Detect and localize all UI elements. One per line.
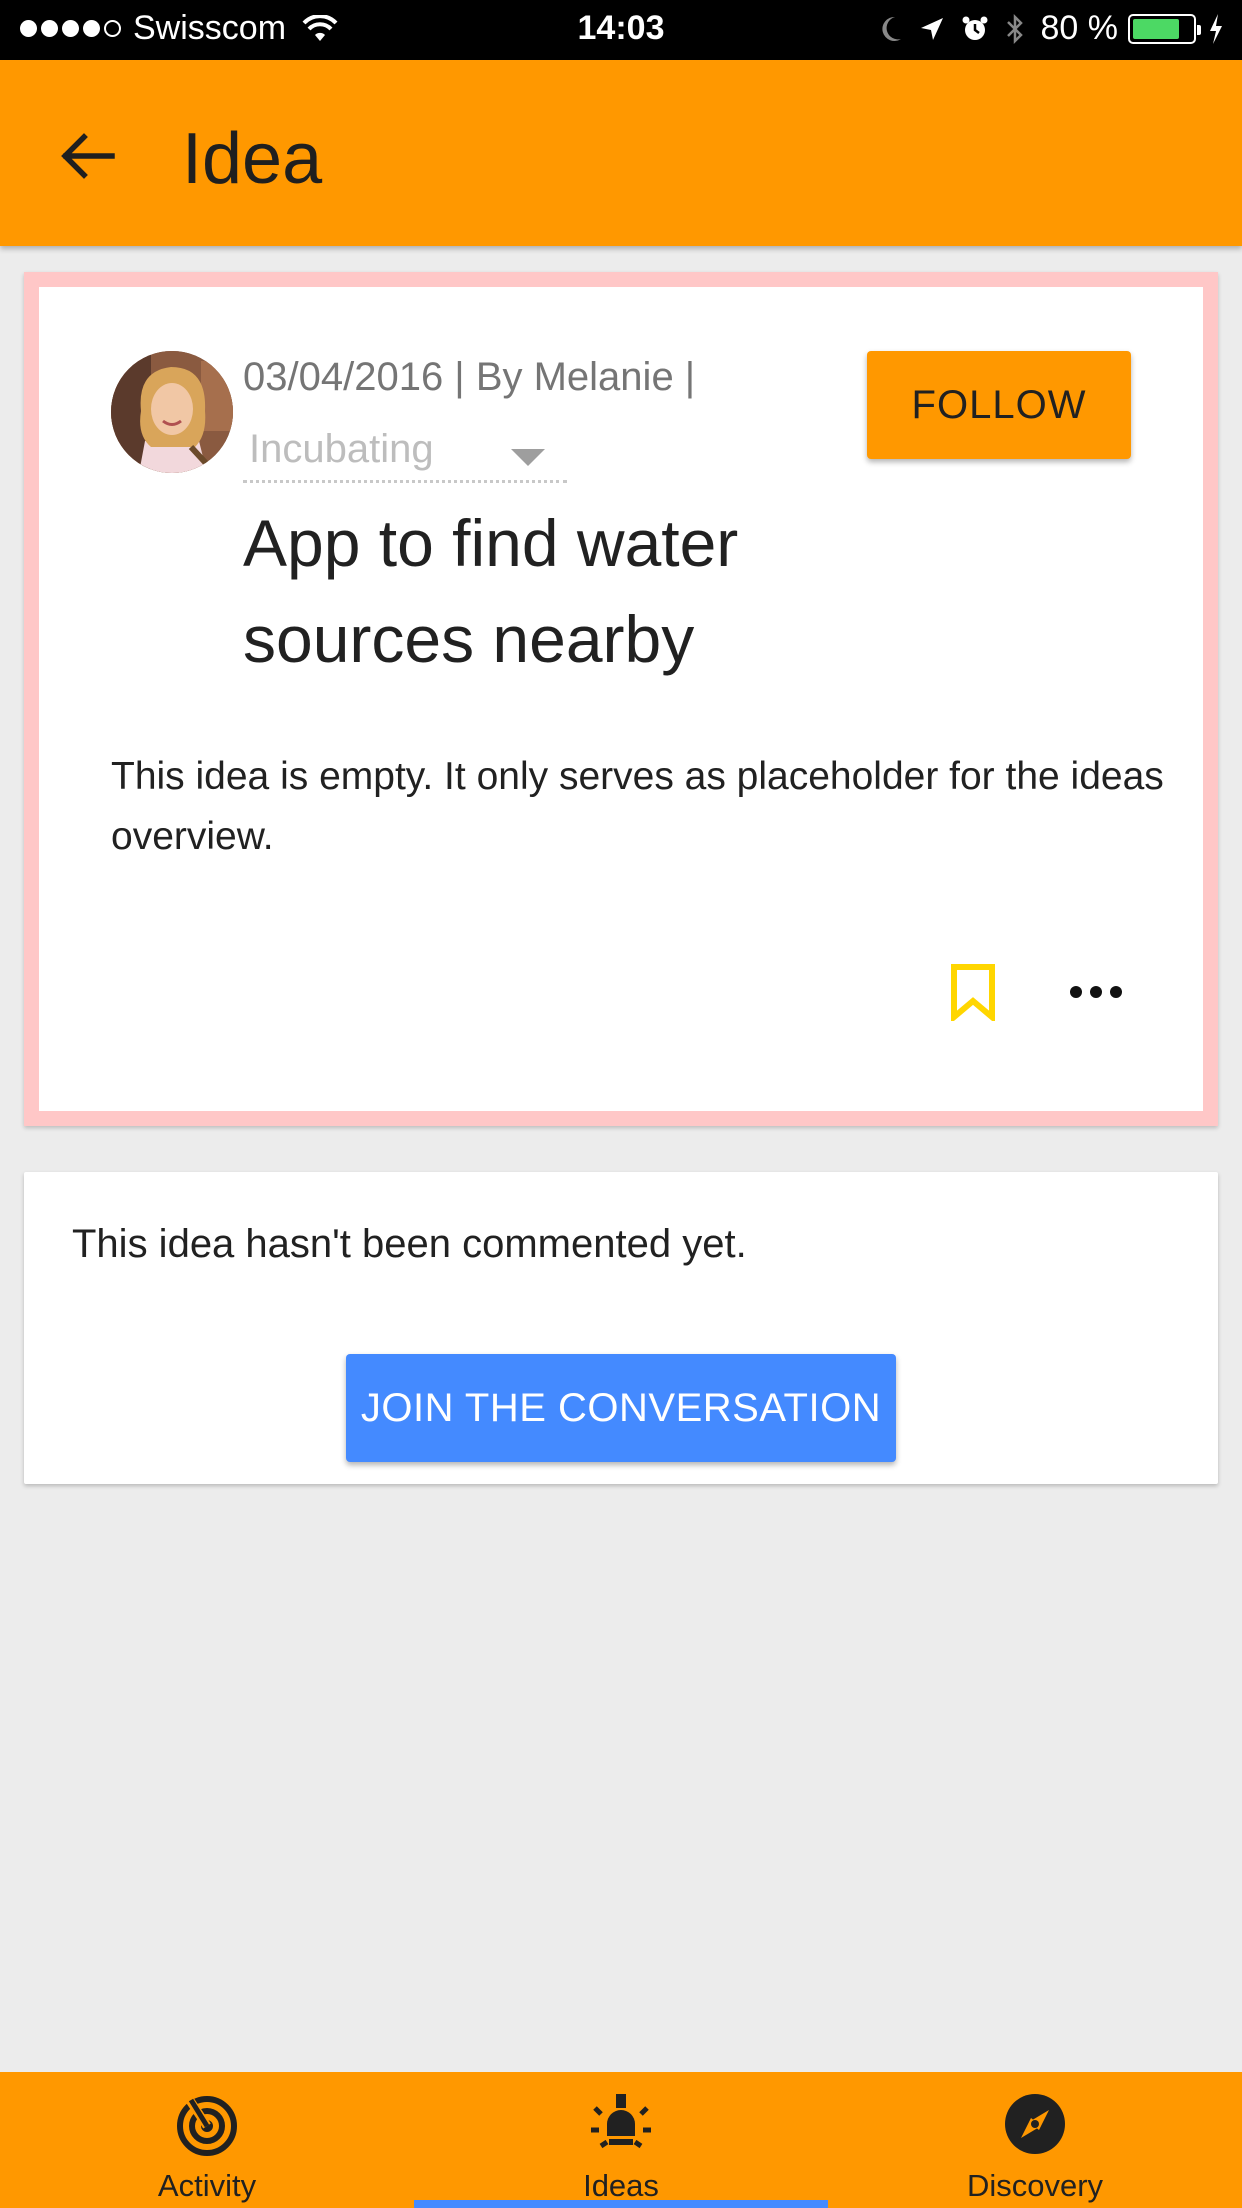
idea-card: 03/04/2016 | By Melanie | Incubating App…	[24, 272, 1218, 1126]
app-bar: Idea	[0, 60, 1242, 246]
bottom-navigation: Activity Ideas Discovery	[0, 2072, 1242, 2208]
status-right: 80 %	[863, 9, 1225, 48]
active-tab-indicator	[414, 2200, 828, 2208]
nav-label-discovery: Discovery	[966, 2168, 1104, 2203]
moon-icon	[881, 16, 901, 41]
bluetooth-icon	[1006, 13, 1023, 44]
charging-bolt-icon	[1210, 13, 1222, 44]
bookmark-icon[interactable]	[949, 963, 997, 1021]
more-horizontal-icon[interactable]	[1067, 977, 1125, 1007]
comments-card: This idea hasn't been commented yet. JOI…	[24, 1172, 1218, 1484]
arrow-back-icon[interactable]	[56, 124, 120, 188]
page-title: Idea	[182, 119, 323, 199]
idea-description: This idea is empty. It only serves as pl…	[111, 755, 1164, 858]
idea-title: App to find water sources nearby	[243, 506, 739, 676]
status-bar: Swisscom 14:03 80 %	[0, 0, 1242, 60]
nav-item-discovery[interactable]: Discovery	[828, 2072, 1242, 2208]
avatar[interactable]	[111, 351, 233, 473]
status-value: Incubating	[249, 427, 434, 471]
nav-item-activity[interactable]: Activity	[0, 2072, 414, 2208]
battery-icon	[1128, 13, 1201, 44]
nav-item-ideas[interactable]: Ideas	[414, 2072, 828, 2208]
battery-percent: 80 %	[1040, 9, 1119, 47]
activity-radar-icon	[177, 2093, 237, 2156]
nav-label-ideas: Ideas	[583, 2168, 659, 2203]
nav-label-activity: Activity	[157, 2168, 257, 2203]
chevron-down-icon	[511, 449, 545, 466]
compass-icon	[1005, 2094, 1065, 2154]
lightbulb-icon	[591, 2094, 651, 2149]
join-conversation-button[interactable]: JOIN THE CONVERSATION	[346, 1354, 896, 1462]
idea-meta: 03/04/2016 | By Melanie |	[243, 355, 696, 399]
alarm-icon	[962, 16, 987, 40]
location-arrow-icon	[920, 17, 943, 40]
status-dropdown[interactable]: Incubating	[243, 425, 567, 483]
follow-button[interactable]: FOLLOW	[867, 351, 1131, 459]
no-comments-message: This idea hasn't been commented yet.	[72, 1222, 747, 1266]
